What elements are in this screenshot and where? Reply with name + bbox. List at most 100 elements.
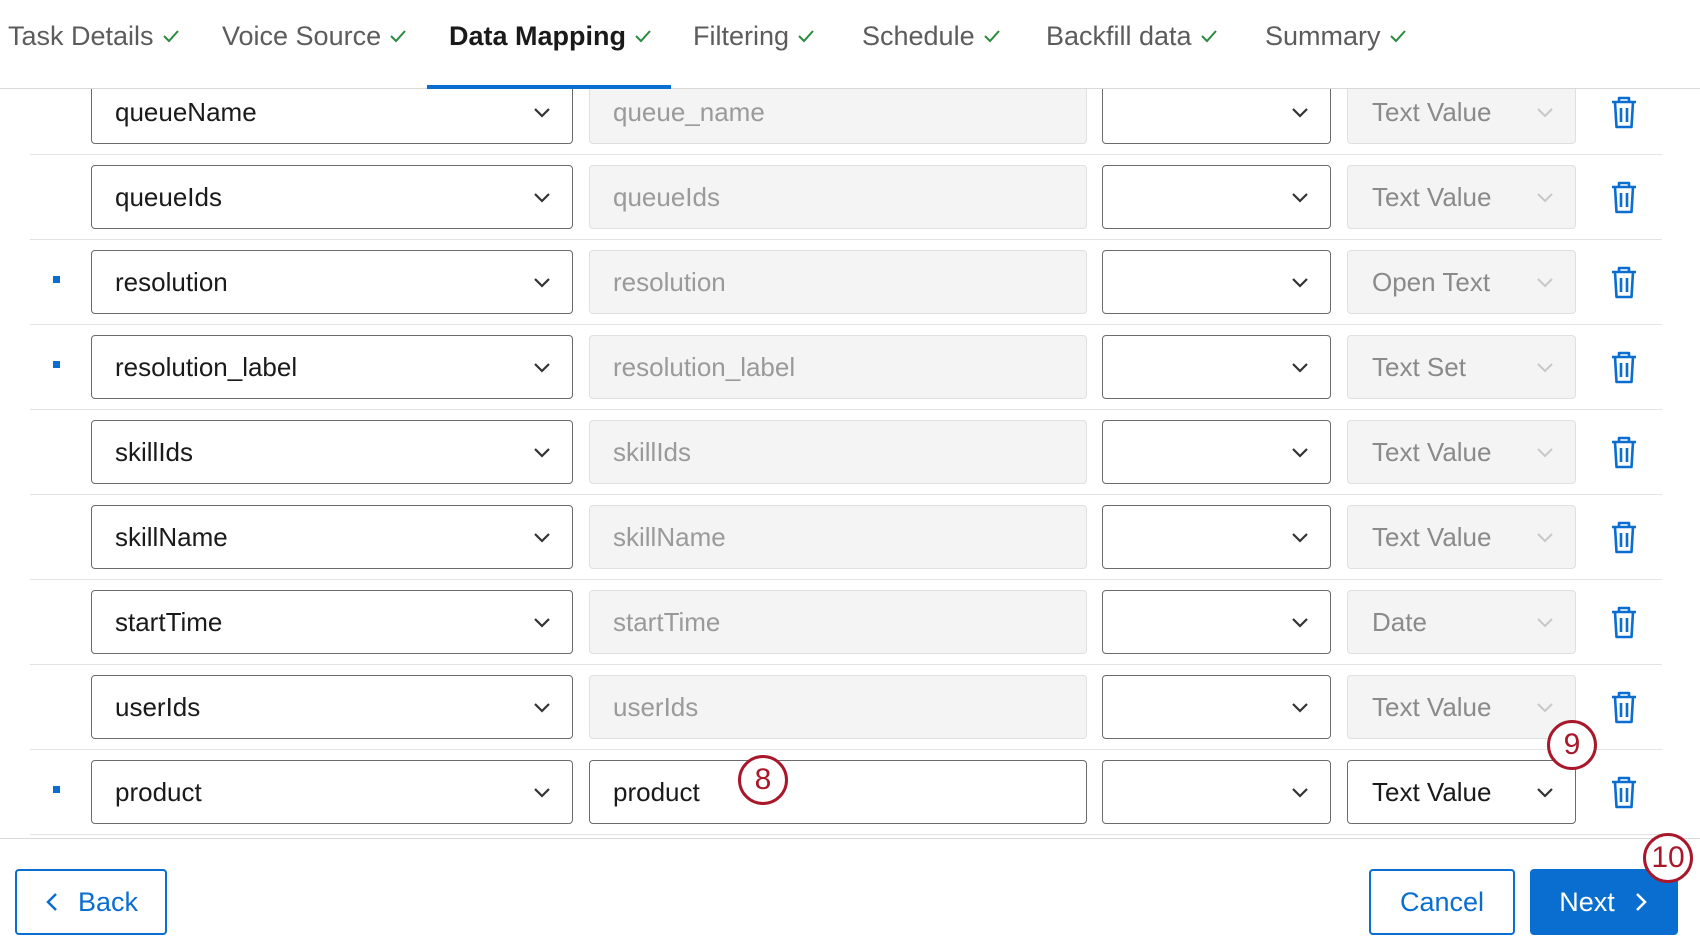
tab-task-details[interactable]: Task Details bbox=[8, 16, 180, 56]
field-name-input[interactable]: skillName bbox=[589, 505, 1087, 569]
checkmark-icon bbox=[1200, 30, 1217, 43]
table-row: resolution resolution Open Text bbox=[0, 240, 1700, 325]
mapping-select[interactable] bbox=[1102, 335, 1331, 399]
required-marker bbox=[53, 786, 60, 793]
field-name-value: skillName bbox=[613, 521, 726, 552]
tab-label: Backfill data bbox=[1046, 20, 1192, 51]
tab-label: Voice Source bbox=[222, 20, 382, 51]
cancel-button[interactable]: Cancel bbox=[1369, 869, 1515, 935]
field-name-input[interactable]: queueIds bbox=[589, 165, 1087, 229]
tab-label: Schedule bbox=[862, 20, 975, 51]
field-name-input[interactable]: resolution_label bbox=[589, 335, 1087, 399]
field-value: resolution_label bbox=[115, 351, 298, 382]
checkmark-icon bbox=[635, 30, 651, 43]
chevron-down-icon bbox=[534, 278, 550, 288]
field-value: product bbox=[115, 776, 202, 807]
mapping-select[interactable] bbox=[1102, 590, 1331, 654]
chevron-down-icon bbox=[534, 533, 550, 543]
field-type-select[interactable]: Text Value bbox=[1347, 505, 1576, 569]
field-type-value: Text Value bbox=[1372, 521, 1492, 552]
tab-summary[interactable]: Summary bbox=[1265, 16, 1407, 56]
footer-divider bbox=[0, 838, 1700, 839]
trash-icon[interactable] bbox=[1609, 94, 1639, 130]
table-row: skillIds skillIds Text Value bbox=[0, 410, 1700, 495]
field-type-select[interactable]: Text Value bbox=[1347, 760, 1576, 824]
field-name-input[interactable]: skillIds bbox=[589, 420, 1087, 484]
checkmark-icon bbox=[1389, 30, 1406, 43]
field-name-input[interactable]: product bbox=[589, 760, 1087, 824]
field-type-value: Text Value bbox=[1372, 181, 1492, 212]
trash-icon[interactable] bbox=[1609, 349, 1639, 385]
field-select[interactable]: resolution_label bbox=[91, 335, 573, 399]
mapping-select[interactable] bbox=[1102, 675, 1331, 739]
trash-icon[interactable] bbox=[1609, 774, 1639, 810]
field-select[interactable]: startTime bbox=[91, 590, 573, 654]
field-value: queueIds bbox=[115, 181, 222, 212]
chevron-down-icon bbox=[1537, 618, 1553, 628]
mapping-select[interactable] bbox=[1102, 420, 1331, 484]
tab-backfill-data[interactable]: Backfill data bbox=[1046, 16, 1218, 56]
chevron-left-icon bbox=[46, 893, 57, 911]
checkmark-icon bbox=[162, 30, 179, 43]
step-tabs: Task Details Voice Source Data Mapping F… bbox=[0, 0, 1700, 89]
mapping-select[interactable] bbox=[1102, 250, 1331, 314]
trash-icon[interactable] bbox=[1609, 434, 1639, 470]
trash-icon[interactable] bbox=[1609, 264, 1639, 300]
chevron-down-icon bbox=[1292, 533, 1308, 543]
field-name-input[interactable]: queue_name bbox=[589, 80, 1087, 144]
field-name-input[interactable]: resolution bbox=[589, 250, 1087, 314]
field-select[interactable]: product bbox=[91, 760, 573, 824]
active-tab-indicator bbox=[427, 85, 671, 89]
field-type-select[interactable]: Text Value bbox=[1347, 675, 1576, 739]
trash-icon[interactable] bbox=[1609, 179, 1639, 215]
field-name-value: resolution bbox=[613, 266, 726, 297]
field-type-select[interactable]: Date bbox=[1347, 590, 1576, 654]
chevron-down-icon bbox=[1292, 108, 1308, 118]
mapping-select[interactable] bbox=[1102, 165, 1331, 229]
step-badge: 8 bbox=[738, 755, 788, 805]
field-name-value: resolution_label bbox=[613, 351, 796, 382]
chevron-down-icon bbox=[1537, 703, 1553, 713]
chevron-down-icon bbox=[534, 193, 550, 203]
field-type-select[interactable]: Text Value bbox=[1347, 80, 1576, 144]
mapping-select[interactable] bbox=[1102, 760, 1331, 824]
cancel-label: Cancel bbox=[1399, 886, 1485, 917]
field-type-select[interactable]: Text Value bbox=[1347, 420, 1576, 484]
mapping-select[interactable] bbox=[1102, 505, 1331, 569]
field-name-value: product bbox=[613, 776, 700, 807]
field-type-value: Text Set bbox=[1372, 351, 1466, 382]
field-type-value: Text Value bbox=[1372, 691, 1492, 722]
field-name-input[interactable]: userIds bbox=[589, 675, 1087, 739]
field-type-select[interactable]: Text Value bbox=[1347, 165, 1576, 229]
field-value: skillIds bbox=[115, 436, 194, 467]
field-select[interactable]: skillName bbox=[91, 505, 573, 569]
chevron-down-icon bbox=[534, 448, 550, 458]
field-value: resolution bbox=[115, 266, 228, 297]
trash-icon[interactable] bbox=[1609, 689, 1639, 725]
field-select[interactable]: userIds bbox=[91, 675, 573, 739]
tab-label: Data Mapping bbox=[449, 20, 627, 51]
field-select[interactable]: queueIds bbox=[91, 165, 573, 229]
field-type-select[interactable]: Text Set bbox=[1347, 335, 1576, 399]
field-select[interactable]: queueName bbox=[91, 80, 573, 144]
tab-label: Filtering bbox=[693, 20, 790, 51]
chevron-down-icon bbox=[1292, 703, 1308, 713]
field-select[interactable]: skillIds bbox=[91, 420, 573, 484]
tab-schedule[interactable]: Schedule bbox=[862, 16, 1001, 56]
checkmark-icon bbox=[390, 30, 406, 43]
mapping-select[interactable] bbox=[1102, 80, 1331, 144]
tab-voice-source[interactable]: Voice Source bbox=[222, 16, 407, 56]
trash-icon[interactable] bbox=[1609, 604, 1639, 640]
tab-data-mapping[interactable]: Data Mapping bbox=[449, 16, 652, 56]
field-select[interactable]: resolution bbox=[91, 250, 573, 314]
tab-filtering[interactable]: Filtering bbox=[693, 16, 815, 56]
table-row: userIds userIds Text Value bbox=[0, 665, 1700, 750]
field-type-value: Text Value bbox=[1372, 96, 1492, 127]
chevron-down-icon bbox=[1292, 363, 1308, 373]
chevron-down-icon bbox=[1537, 533, 1553, 543]
trash-icon[interactable] bbox=[1609, 519, 1639, 555]
field-name-input[interactable]: startTime bbox=[589, 590, 1087, 654]
checkmark-icon bbox=[798, 30, 814, 43]
back-button[interactable]: Back bbox=[15, 869, 167, 935]
field-type-select[interactable]: Open Text bbox=[1347, 250, 1576, 314]
